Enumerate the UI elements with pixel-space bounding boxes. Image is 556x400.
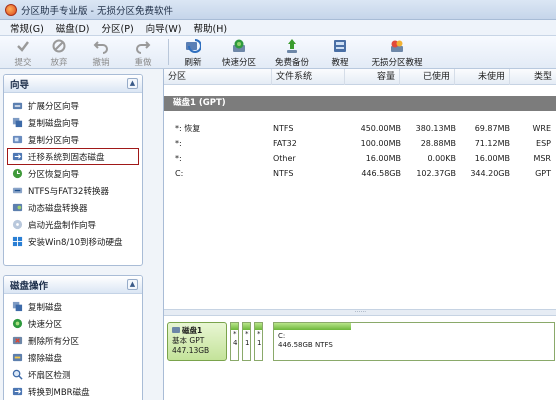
menu-wizard[interactable]: 向导(W) <box>140 21 188 35</box>
wizard-install-win-usb[interactable]: 安装Win8/10到移动硬盘 <box>4 233 142 250</box>
menu-help[interactable]: 帮助(H) <box>187 21 233 35</box>
left-panel: 向导 ▲ 扩展分区向导 复制磁盘向导 复制分区向导 迁移系统到固态磁盘 分区恢复… <box>3 74 143 400</box>
column-type[interactable]: 类型 <box>510 69 556 85</box>
windows-usb-icon <box>12 236 23 247</box>
copy-disk-icon <box>12 117 23 128</box>
disk-ops-group: 磁盘操作 ▲ 复制磁盘 快速分区 删除所有分区 擦除磁盘 坏扇区检测 转换到MB… <box>3 275 143 400</box>
disk-row[interactable]: 磁盘1 (GPT) <box>164 96 556 111</box>
disk-op-wipe-disk[interactable]: 擦除磁盘 <box>4 349 142 366</box>
wizard-group-header[interactable]: 向导 ▲ <box>4 75 142 93</box>
column-filesystem[interactable]: 文件系统 <box>272 69 345 85</box>
usage-bar <box>274 323 351 330</box>
column-partition[interactable]: 分区 <box>164 69 272 85</box>
disk-map-slice-c[interactable]: C: 446.58GB NTFS <box>273 322 555 361</box>
disk-map-size: 447.13GB <box>172 346 210 355</box>
copy-disk-icon <box>12 301 23 312</box>
convert-icon <box>12 187 23 194</box>
toolbar: 提交 放弃 撤销 重做 刷新 快速分区 免费备份 教程 无损分区教程 <box>0 36 556 69</box>
disk-map: 磁盘1 基本 GPT 447.13GB * 4 * 1 * 1 C: 446.5… <box>164 322 556 364</box>
column-used[interactable]: 已使用 <box>400 69 455 85</box>
collapse-icon[interactable]: ▲ <box>127 78 138 89</box>
copy-partition-icon <box>12 135 23 144</box>
wizard-migrate-os-to-ssd[interactable]: 迁移系统到固态磁盘 <box>7 148 139 165</box>
table-row[interactable]: *: Other 16.00MB 0.00KB 16.00MB MSR <box>164 151 556 166</box>
redo-icon <box>135 38 151 54</box>
menu-disk[interactable]: 磁盘(D) <box>50 21 96 35</box>
wizard-group: 向导 ▲ 扩展分区向导 复制磁盘向导 复制分区向导 迁移系统到固态磁盘 分区恢复… <box>3 74 143 266</box>
disk-op-quick-partition[interactable]: 快速分区 <box>4 315 142 332</box>
refresh-button[interactable]: 刷新 <box>175 36 211 68</box>
disk-ops-group-header[interactable]: 磁盘操作 ▲ <box>4 276 142 294</box>
extend-partition-icon <box>12 102 23 110</box>
migrate-ssd-icon <box>12 152 23 161</box>
table-row[interactable]: *: FAT32 100.00MB 28.88MB 71.12MB ESP <box>164 136 556 151</box>
wizard-copy-partition[interactable]: 复制分区向导 <box>4 131 142 148</box>
redo-button[interactable]: 重做 <box>124 36 162 68</box>
refresh-icon <box>185 38 201 54</box>
lossless-tutorial-button[interactable]: 无损分区教程 <box>363 36 431 68</box>
partition-recovery-icon <box>12 168 23 179</box>
wipe-disk-icon <box>12 353 23 362</box>
quick-partition-button[interactable]: 快速分区 <box>211 36 267 68</box>
table-row[interactable]: *: 恢复 NTFS 450.00MB 380.13MB 69.87MB WRE <box>164 121 556 136</box>
bad-sector-icon <box>12 369 23 380</box>
disk-map-name: 磁盘1 <box>172 326 226 336</box>
backup-icon <box>284 38 300 54</box>
collapse-icon[interactable]: ▲ <box>127 279 138 290</box>
disk-op-delete-all[interactable]: 删除所有分区 <box>4 332 142 349</box>
menu-general[interactable]: 常规(G) <box>4 21 50 35</box>
menu-bar: 常规(G) 磁盘(D) 分区(P) 向导(W) 帮助(H) <box>0 20 556 36</box>
column-free[interactable]: 未使用 <box>455 69 510 85</box>
lossless-tutorial-icon <box>389 38 405 54</box>
commit-button[interactable]: 提交 <box>6 36 40 68</box>
table-header: 分区 文件系统 容量 已使用 未使用 类型 <box>164 69 556 85</box>
pane-splitter[interactable]: ······ <box>164 309 556 316</box>
convert-mbr-icon <box>12 387 23 396</box>
boot-disc-icon <box>12 219 23 230</box>
delete-all-icon <box>12 336 23 345</box>
disk-op-bad-sector-check[interactable]: 坏扇区检测 <box>4 366 142 383</box>
discard-button[interactable]: 放弃 <box>40 36 78 68</box>
undo-icon <box>93 38 109 54</box>
wizard-partition-recovery[interactable]: 分区恢复向导 <box>4 165 142 182</box>
tutorial-icon <box>332 38 348 54</box>
wizard-copy-disk[interactable]: 复制磁盘向导 <box>4 114 142 131</box>
check-icon <box>15 38 31 54</box>
disk-map-slice[interactable]: * 1 <box>242 322 251 361</box>
wizard-extend-partition[interactable]: 扩展分区向导 <box>4 97 142 114</box>
menu-partition[interactable]: 分区(P) <box>96 21 140 35</box>
free-backup-button[interactable]: 免费备份 <box>267 36 317 68</box>
window-title: 分区助手专业版 - 无损分区免费软件 <box>21 5 173 17</box>
wizard-dynamic-disk-converter[interactable]: 动态磁盘转换器 <box>4 199 142 216</box>
partition-table-panel: 分区 文件系统 容量 已使用 未使用 类型 磁盘1 (GPT) *: 恢复 NT… <box>163 69 556 400</box>
disk-map-slice[interactable]: * 1 <box>254 322 263 361</box>
table-row[interactable]: C: NTFS 446.58GB 102.37GB 344.20GB GPT <box>164 166 556 181</box>
disk-icon <box>172 327 180 333</box>
dynamic-disk-icon <box>12 203 23 212</box>
disk-map-slice[interactable]: * 4 <box>230 322 239 361</box>
disk-map-kind: 基本 GPT <box>172 336 205 345</box>
disk-op-convert-mbr[interactable]: 转换到MBR磁盘 <box>4 383 142 400</box>
quick-partition-icon <box>12 318 23 329</box>
column-capacity[interactable]: 容量 <box>345 69 400 85</box>
discard-icon <box>51 38 67 54</box>
title-bar: 分区助手专业版 - 无损分区免费软件 <box>0 0 556 20</box>
quick-partition-icon <box>231 38 247 54</box>
undo-button[interactable]: 撤销 <box>78 36 124 68</box>
wizard-ntfs-fat32-converter[interactable]: NTFS与FAT32转换器 <box>4 182 142 199</box>
app-logo-icon <box>5 3 17 16</box>
toolbar-separator <box>168 39 169 65</box>
disk-map-disk[interactable]: 磁盘1 基本 GPT 447.13GB <box>167 322 227 361</box>
tutorial-button[interactable]: 教程 <box>317 36 363 68</box>
disk-op-copy-disk[interactable]: 复制磁盘 <box>4 298 142 315</box>
wizard-bootable-media[interactable]: 启动光盘制作向导 <box>4 216 142 233</box>
